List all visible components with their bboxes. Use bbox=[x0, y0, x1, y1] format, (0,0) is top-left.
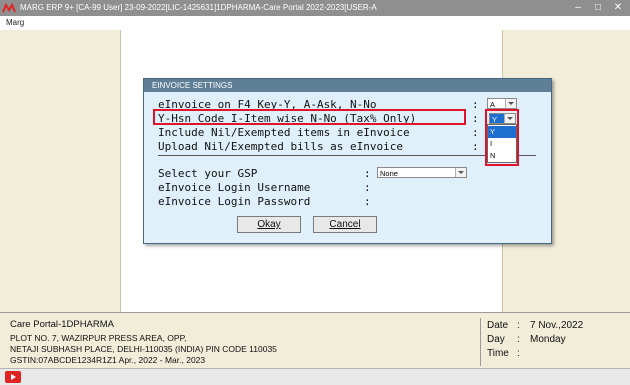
play-icon[interactable] bbox=[5, 371, 21, 383]
cancel-label: Cancel bbox=[329, 219, 361, 230]
colon: : bbox=[472, 140, 479, 153]
highlight-box-dropdown bbox=[485, 109, 519, 166]
colon: : bbox=[364, 167, 371, 180]
gstin-line: GSTIN:07ABCDE1234R1Z1 Apr., 2022 - Mar.,… bbox=[10, 355, 206, 365]
company-info-panel: Care Portal-1DPHARMA PLOT NO. 7, WAZIRPU… bbox=[0, 312, 630, 369]
dialog-title-text: EINVOICE SETTINGS bbox=[152, 81, 233, 90]
marg-logo-icon bbox=[2, 3, 16, 13]
colon: : bbox=[517, 348, 520, 359]
status-bar bbox=[0, 368, 630, 385]
colon: : bbox=[472, 112, 479, 125]
address-line-1: PLOT NO. 7, WAZIRPUR PRESS AREA, OPP, bbox=[10, 333, 187, 343]
okay-label: Okay bbox=[257, 219, 281, 230]
cancel-button[interactable]: Cancel bbox=[313, 216, 377, 233]
divider bbox=[158, 155, 536, 156]
highlight-box-label bbox=[153, 109, 466, 125]
colon: : bbox=[364, 195, 371, 208]
footer-divider bbox=[480, 318, 481, 366]
okay-button[interactable]: Okay bbox=[237, 216, 301, 233]
maximize-icon[interactable]: □ bbox=[588, 0, 608, 16]
day-value: Monday bbox=[530, 334, 566, 345]
username-label: eInvoice Login Username bbox=[158, 181, 311, 194]
menu-bar: Marg bbox=[0, 16, 630, 30]
einvoice-settings-dialog: EINVOICE SETTINGS eInvoice on F4 Key-Y, … bbox=[143, 78, 552, 244]
row-include-nil-label: Include Nil/Exempted items in eInvoice bbox=[158, 126, 410, 139]
gsp-value: None bbox=[380, 169, 398, 178]
row-upload-nil-label: Upload Nil/Exempted bills as eInvoice bbox=[158, 140, 404, 153]
menu-marg[interactable]: Marg bbox=[6, 16, 24, 30]
left-panel bbox=[0, 30, 121, 312]
time-label: Time bbox=[487, 348, 509, 359]
colon: : bbox=[364, 181, 371, 194]
gsp-label: Select your GSP bbox=[158, 167, 258, 180]
window-title: MARG ERP 9+ [CA-99 User] 23-09-2022[LIC-… bbox=[20, 3, 377, 12]
einvoice-f4-select[interactable]: A bbox=[487, 98, 517, 109]
date-value: 7 Nov.,2022 bbox=[530, 320, 584, 331]
colon: : bbox=[472, 98, 479, 111]
gsp-select[interactable]: None bbox=[377, 167, 467, 178]
password-label: eInvoice Login Password bbox=[158, 195, 311, 208]
chevron-down-icon[interactable] bbox=[455, 168, 466, 177]
company-name: Care Portal-1DPHARMA bbox=[10, 319, 114, 330]
title-bar: MARG ERP 9+ [CA-99 User] 23-09-2022[LIC-… bbox=[0, 0, 630, 16]
chevron-down-icon[interactable] bbox=[505, 99, 516, 108]
colon: : bbox=[472, 126, 479, 139]
dialog-title: EINVOICE SETTINGS bbox=[144, 79, 551, 92]
colon: : bbox=[517, 334, 520, 345]
address-line-2: NETAJI SUBHASH PLACE, DELHI-110035 (INDI… bbox=[10, 344, 277, 354]
minimize-icon[interactable]: – bbox=[568, 0, 588, 16]
day-label: Day bbox=[487, 334, 505, 345]
close-icon[interactable]: ✕ bbox=[608, 0, 628, 16]
date-label: Date bbox=[487, 320, 509, 331]
colon: : bbox=[517, 320, 520, 331]
